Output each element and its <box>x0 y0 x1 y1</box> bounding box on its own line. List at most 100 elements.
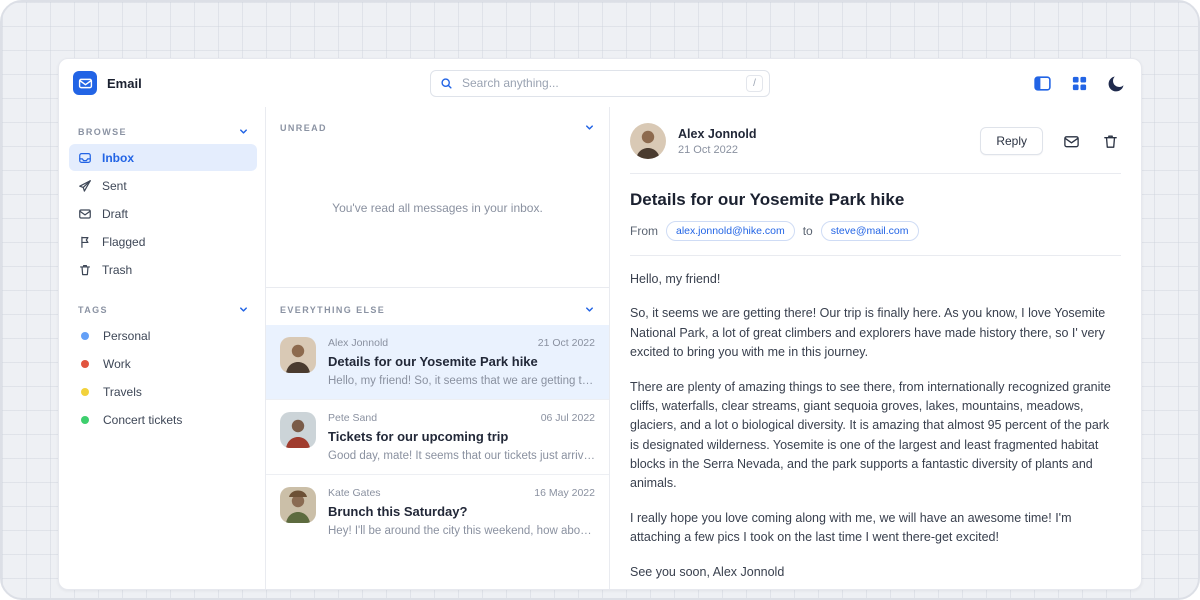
email-meta: Pete Sand 06 Jul 2022 Tickets for our up… <box>328 412 595 462</box>
body-paragraph: See you soon, Alex Jonnold <box>630 563 1121 582</box>
sidebar-item-label: Inbox <box>102 151 134 165</box>
from-email-pill[interactable]: alex.jonnold@hike.com <box>666 221 795 241</box>
avatar <box>630 123 666 159</box>
everything-else-label: EVERYTHING ELSE <box>280 305 385 315</box>
email-preview: Hello, my friend! So, it seems that we a… <box>328 375 595 387</box>
tag-label: Travels <box>103 385 142 399</box>
tags-group: TAGS Personal Work <box>69 297 257 433</box>
from-to-row: From alex.jonnold@hike.com to steve@mail… <box>630 221 1121 241</box>
to-label: to <box>803 224 813 238</box>
browse-label: BROWSE <box>78 127 127 137</box>
email-preview: Good day, mate! It seems that our ticket… <box>328 450 595 462</box>
sidebar-item-trash[interactable]: Trash <box>69 256 257 283</box>
email-preview: Hey! I'll be around the city this weeken… <box>328 525 595 537</box>
content: BROWSE Inbox <box>59 107 1141 589</box>
email-list-item[interactable]: Pete Sand 06 Jul 2022 Tickets for our up… <box>266 399 609 474</box>
unread-label: UNREAD <box>280 123 327 133</box>
draft-icon <box>78 207 92 221</box>
mark-unread-envelope-icon[interactable] <box>1060 130 1082 152</box>
body-paragraph: I really hope you love coming along with… <box>630 509 1121 548</box>
mail-list-column: UNREAD You've read all messages in your … <box>265 107 610 589</box>
delete-trash-icon[interactable] <box>1099 130 1121 152</box>
search-wrap: / <box>265 70 935 97</box>
to-email-pill[interactable]: steve@mail.com <box>821 221 919 241</box>
sidebar-section-tags[interactable]: TAGS <box>69 297 257 322</box>
app-title: Email <box>107 76 142 91</box>
tag-item-work[interactable]: Work <box>69 350 257 377</box>
email-app-window: Email / <box>58 58 1142 590</box>
divider <box>630 173 1121 174</box>
email-meta: Alex Jonnold 21 Oct 2022 Details for our… <box>328 337 595 387</box>
search-icon <box>440 77 453 90</box>
detail-subject: Details for our Yosemite Park hike <box>630 190 1121 210</box>
tag-color-dot <box>81 416 89 424</box>
email-subject: Details for our Yosemite Park hike <box>328 354 595 369</box>
email-date: 16 May 2022 <box>534 487 595 499</box>
body-paragraph: Hello, my friend! <box>630 270 1121 289</box>
chevron-down-icon <box>584 122 595 133</box>
email-meta: Kate Gates 16 May 2022 Brunch this Satur… <box>328 487 595 537</box>
sent-icon <box>78 179 92 193</box>
sidebar-item-label: Trash <box>102 263 132 277</box>
email-detail-pane: Alex Jonnold 21 Oct 2022 Reply <box>610 107 1141 589</box>
detail-date: 21 Oct 2022 <box>678 144 756 156</box>
detail-actions: Reply <box>980 127 1121 155</box>
body-paragraph: There are plenty of amazing things to se… <box>630 378 1121 494</box>
tag-color-dot <box>81 388 89 396</box>
tag-color-dot <box>81 360 89 368</box>
sidebar: BROWSE Inbox <box>59 107 265 589</box>
sidebar-item-label: Flagged <box>102 235 145 249</box>
tag-item-personal[interactable]: Personal <box>69 322 257 349</box>
detail-sender-block: Alex Jonnold 21 Oct 2022 <box>678 127 756 156</box>
body-paragraph: So, it seems we are getting there! Our t… <box>630 304 1121 362</box>
tags-label: TAGS <box>78 305 108 315</box>
sidebar-item-flagged[interactable]: Flagged <box>69 228 257 255</box>
everything-else-section-header[interactable]: EVERYTHING ELSE <box>266 287 609 325</box>
chevron-down-icon <box>584 304 595 315</box>
email-sender: Pete Sand <box>328 412 377 424</box>
email-subject: Tickets for our upcoming trip <box>328 429 595 444</box>
avatar <box>280 337 316 373</box>
unread-section-header[interactable]: UNREAD <box>266 107 609 143</box>
tag-item-travels[interactable]: Travels <box>69 378 257 405</box>
sidebar-item-label: Draft <box>102 207 128 221</box>
reply-button[interactable]: Reply <box>980 127 1043 155</box>
email-logo-icon <box>73 71 97 95</box>
trash-icon <box>78 263 92 277</box>
email-sender: Alex Jonnold <box>328 337 388 349</box>
search-shortcut-badge: / <box>746 75 763 92</box>
tag-label: Personal <box>103 329 150 343</box>
detail-header: Alex Jonnold 21 Oct 2022 Reply <box>630 123 1121 159</box>
avatar <box>280 412 316 448</box>
sidebar-item-inbox[interactable]: Inbox <box>69 144 257 171</box>
sidebar-item-label: Sent <box>102 179 127 193</box>
tag-color-dot <box>81 332 89 340</box>
topbar-actions <box>935 72 1127 94</box>
topbar: Email / <box>59 59 1141 107</box>
panel-icon[interactable] <box>1031 72 1053 94</box>
sidebar-item-sent[interactable]: Sent <box>69 172 257 199</box>
brand: Email <box>73 71 265 95</box>
search-box[interactable]: / <box>430 70 770 97</box>
inbox-icon <box>78 151 92 165</box>
unread-empty-message: You've read all messages in your inbox. <box>266 143 609 273</box>
flag-icon <box>78 235 92 249</box>
grid-icon[interactable] <box>1068 72 1090 94</box>
divider <box>630 255 1121 256</box>
email-date: 06 Jul 2022 <box>541 412 595 424</box>
sidebar-section-browse[interactable]: BROWSE <box>69 119 257 144</box>
email-list-item[interactable]: Kate Gates 16 May 2022 Brunch this Satur… <box>266 474 609 549</box>
avatar <box>280 487 316 523</box>
tag-label: Concert tickets <box>103 413 182 427</box>
dark-mode-moon-icon[interactable] <box>1105 72 1127 94</box>
email-date: 21 Oct 2022 <box>538 337 595 349</box>
email-sender: Kate Gates <box>328 487 381 499</box>
email-list-item[interactable]: Alex Jonnold 21 Oct 2022 Details for our… <box>266 325 609 399</box>
sidebar-item-draft[interactable]: Draft <box>69 200 257 227</box>
email-subject: Brunch this Saturday? <box>328 504 595 519</box>
tag-item-concert-tickets[interactable]: Concert tickets <box>69 406 257 433</box>
search-input[interactable] <box>460 75 739 91</box>
desktop-background: Email / <box>0 0 1200 600</box>
detail-sender-name: Alex Jonnold <box>678 127 756 141</box>
tag-label: Work <box>103 357 131 371</box>
